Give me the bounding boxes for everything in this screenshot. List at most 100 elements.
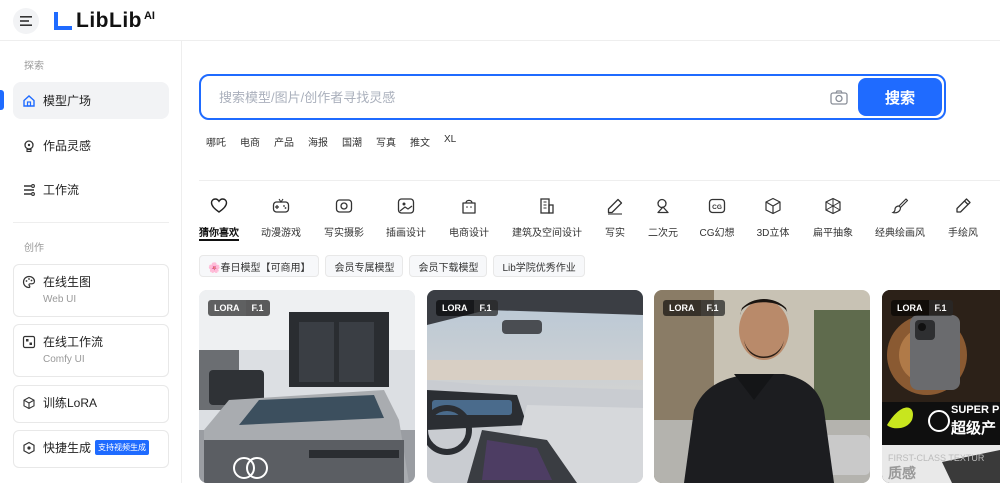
pill-lib-academy[interactable]: Lib学院优秀作业 [493,255,585,277]
explore-section-label: 探索 [24,61,44,72]
menu-button[interactable] [13,8,39,34]
category-label: CG幻想 [699,228,735,239]
pill-spring-models[interactable]: 🌸春日模型【可商用】 [199,255,320,277]
base-model-tag: F.1 [700,300,725,316]
workflow-icon [22,183,36,197]
category-label: 写实摄影 [324,228,364,239]
gamepad-icon [271,196,291,216]
base-model-tag: F.1 [473,300,498,316]
category-tab-anime-game[interactable]: 动漫游戏 [259,196,303,239]
category-label: 二次元 [648,228,678,239]
active-category-underline [199,239,239,241]
category-tab-hand-drawn[interactable]: 手绘风 [947,196,979,239]
model-thumbnail-car-interior-image [427,290,643,483]
category-tab-3d[interactable]: 3D立体 [755,196,791,239]
pencil-icon [953,196,973,216]
video-gen-badge: 支持视频生成 [95,440,150,455]
top-header: LibLib AI [0,0,1000,41]
hot-tag[interactable]: XL [444,134,456,149]
category-label: 建筑及空间设计 [512,228,582,239]
category-tab-ecommerce[interactable]: 电商设计 [449,196,489,239]
hot-tag[interactable]: 写真 [376,134,396,149]
sidebar-item-label: 工作流 [43,183,80,197]
model-thumbnail-car-image [199,290,415,483]
heart-icon [209,196,229,216]
logo-text: LibLib [76,9,142,32]
category-label: 猜你喜欢 [199,228,239,239]
category-tab-flat[interactable]: 扁平抽象 [811,196,855,239]
search-input[interactable] [219,86,809,108]
category-tab-anime[interactable]: 二次元 [647,196,679,239]
product-text-super: SUPER P [951,404,1000,416]
hot-tag[interactable]: 电商 [240,134,260,149]
category-divider [199,180,1000,181]
category-tab-classic-painting[interactable]: 经典绘画风 [874,196,926,239]
sidebar: 探索 模型广场 作品灵感 工作流 创作 在线生图 Web UI 在线工作流 Co… [0,41,182,483]
model-card[interactable]: LORA F.1 [427,290,643,483]
shapes-icon [653,196,673,216]
model-thumbnail-man-portrait-image [654,290,870,483]
card-tags: LORA F.1 [663,300,725,316]
category-label: 电商设计 [449,228,489,239]
card-subtitle: Comfy UI [43,354,85,365]
active-indicator [0,90,4,110]
svg-text:CG: CG [712,204,722,211]
hot-search-tags: 哪吒 电商 产品 海报 国潮 写真 推文 XL [206,134,470,149]
hexagon-icon [22,441,36,455]
bag-icon [459,196,479,216]
sidebar-item-label: 模型广场 [43,94,92,108]
sidebar-item-inspiration[interactable]: 作品灵感 [13,127,169,164]
product-text-chinese: 超级产 [951,420,997,437]
card-title: 训练LoRA [43,396,98,410]
sidebar-divider [13,222,169,223]
category-label: 经典绘画风 [875,228,925,239]
category-tab-cg[interactable]: CG CG幻想 [699,196,735,239]
liblib-logo[interactable]: LibLib AI [52,8,155,34]
sidebar-item-label: 作品灵感 [43,139,92,153]
quick-gen-card[interactable]: 快捷生成 支持视频生成 [13,430,169,468]
model-type-tag: LORA [663,300,701,316]
category-tab-illustration[interactable]: 插画设计 [386,196,426,239]
hot-tag[interactable]: 推文 [410,134,430,149]
category-label: 写实 [605,228,625,239]
card-tags: LORA F.1 [208,300,270,316]
building-icon [537,196,557,216]
camera-icon[interactable] [829,88,849,108]
model-card[interactable]: LORA F.1 [199,290,415,483]
pill-member-download[interactable]: 会员下载模型 [409,255,488,277]
hot-tag[interactable]: 产品 [274,134,294,149]
flat-cube-icon [823,196,843,216]
category-tab-architecture[interactable]: 建筑及空间设计 [512,196,582,239]
search-box: 搜索 [199,74,946,120]
sidebar-item-workflow[interactable]: 工作流 [13,171,169,208]
brush-icon [890,196,910,216]
category-tab-guess[interactable]: 猜你喜欢 [199,196,239,239]
model-type-tag: LORA [436,300,474,316]
online-workflow-card[interactable]: 在线工作流 Comfy UI [13,324,169,377]
hot-tag[interactable]: 国潮 [342,134,362,149]
category-label: 手绘风 [948,228,978,239]
hot-tag[interactable]: 哪吒 [206,134,226,149]
product-text-quality: 质感 [888,465,916,481]
hot-tag[interactable]: 海报 [308,134,328,149]
cube3d-icon [763,196,783,216]
comfy-icon [22,335,36,349]
card-tags: LORA F.1 [891,300,953,316]
menu-icon [20,16,32,26]
base-model-tag: F.1 [928,300,953,316]
online-image-gen-card[interactable]: 在线生图 Web UI [13,264,169,317]
search-button[interactable]: 搜索 [858,78,942,116]
train-lora-card[interactable]: 训练LoRA [13,385,169,423]
card-title: 快捷生成 [43,441,92,455]
category-label: 扁平抽象 [813,228,853,239]
home-icon [22,94,36,108]
model-card[interactable]: LORA F.1 SUPER P 超级产 FIRST-CLASS TEXTUR … [882,290,1000,483]
sidebar-item-model-square[interactable]: 模型广场 [13,82,169,119]
category-tab-photo[interactable]: 写实摄影 [324,196,364,239]
palette-icon [22,275,36,289]
pill-member-exclusive[interactable]: 会员专属模型 [325,255,404,277]
cg-icon: CG [707,196,727,216]
model-card[interactable]: LORA F.1 [654,290,870,483]
category-tab-realistic[interactable]: 写实 [603,196,627,239]
quick-filter-pills: 🌸春日模型【可商用】 会员专属模型 会员下载模型 Lib学院优秀作业 [199,255,591,277]
